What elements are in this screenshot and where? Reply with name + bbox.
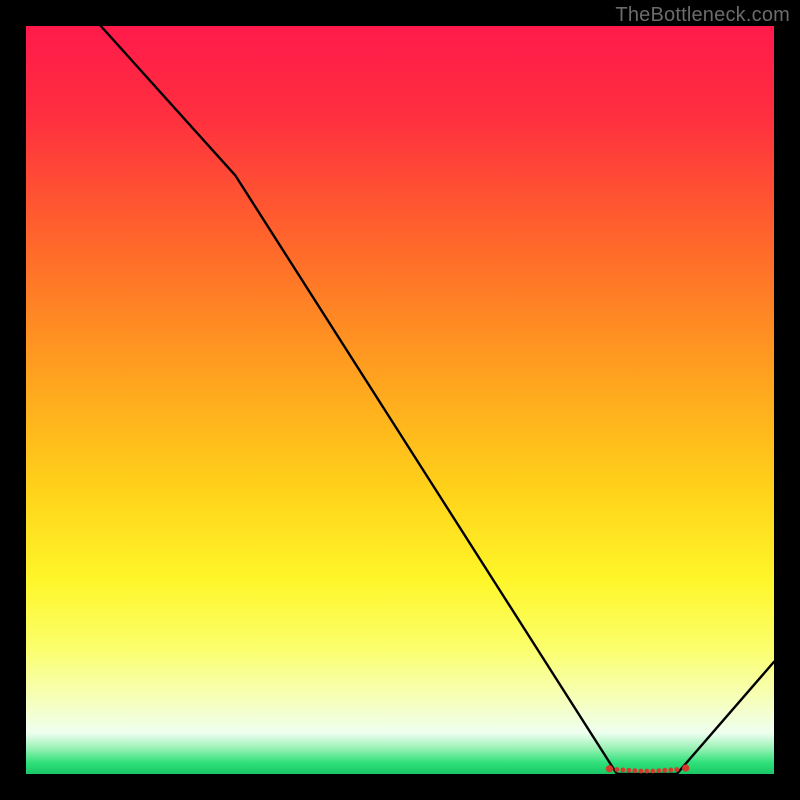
series-marker [650,769,655,774]
chart-svg [26,26,774,774]
chart-background [26,26,774,774]
series-marker [674,767,679,772]
series-marker [644,769,649,774]
series-marker [668,767,673,772]
chart-frame [26,26,774,774]
series-marker [656,768,661,773]
series-marker [621,767,626,772]
series-marker [615,767,620,772]
series-marker [632,768,637,773]
series-marker [682,764,689,771]
series-marker [662,768,667,773]
series-marker [606,765,613,772]
series-marker [638,769,643,774]
watermark-text: TheBottleneck.com [615,4,790,27]
series-marker [626,768,631,773]
